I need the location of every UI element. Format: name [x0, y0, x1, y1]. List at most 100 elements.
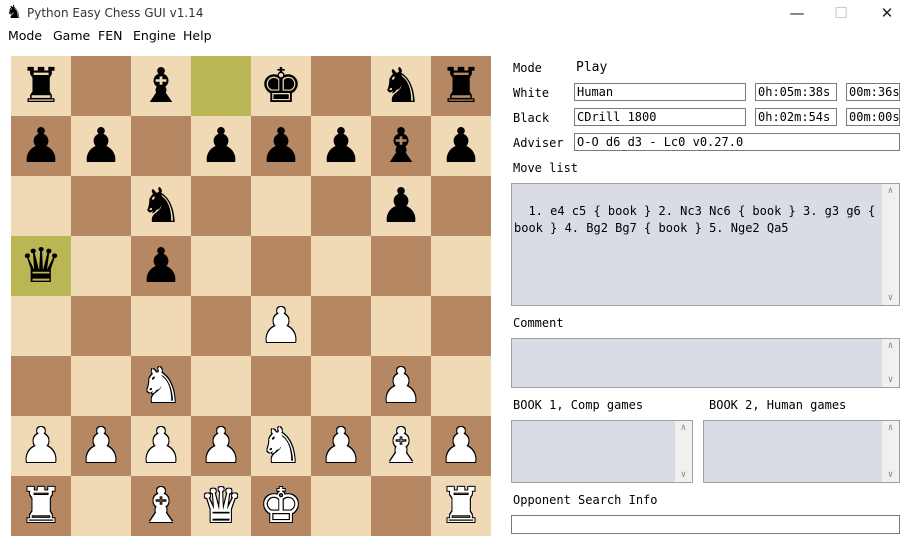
square-f6[interactable]: [311, 176, 371, 236]
white-pawn-icon[interactable]: ♟: [251, 296, 311, 356]
black-bishop-icon[interactable]: ♝: [131, 56, 191, 116]
book1-area[interactable]: ∧ ∨: [511, 420, 693, 483]
square-b8[interactable]: [71, 56, 131, 116]
scroll-up-icon[interactable]: ∧: [882, 339, 899, 353]
black-queen-icon[interactable]: ♛: [11, 236, 71, 296]
scroll-down-icon[interactable]: ∨: [882, 291, 899, 305]
square-h7[interactable]: ♟: [431, 116, 491, 176]
white-pawn-icon[interactable]: ♟: [11, 416, 71, 476]
black-pawn-icon[interactable]: ♟: [191, 116, 251, 176]
square-d5[interactable]: [191, 236, 251, 296]
black-pawn-icon[interactable]: ♟: [71, 116, 131, 176]
black-knight-icon[interactable]: ♞: [371, 56, 431, 116]
comment-area[interactable]: ∧ ∨: [511, 338, 900, 388]
black-pawn-icon[interactable]: ♟: [311, 116, 371, 176]
square-b1[interactable]: [71, 476, 131, 536]
white-bishop-icon[interactable]: ♝: [371, 416, 431, 476]
maximize-button[interactable]: ☐: [818, 0, 864, 27]
square-c8[interactable]: ♝: [131, 56, 191, 116]
square-e7[interactable]: ♟: [251, 116, 311, 176]
square-g4[interactable]: [371, 296, 431, 356]
comment-scrollbar[interactable]: ∧ ∨: [882, 339, 899, 387]
white-king-icon[interactable]: ♚: [251, 476, 311, 536]
square-g6[interactable]: ♟: [371, 176, 431, 236]
square-e8[interactable]: ♚: [251, 56, 311, 116]
square-b6[interactable]: [71, 176, 131, 236]
square-a3[interactable]: [11, 356, 71, 416]
square-d7[interactable]: ♟: [191, 116, 251, 176]
black-knight-icon[interactable]: ♞: [131, 176, 191, 236]
scroll-up-icon[interactable]: ∧: [882, 184, 899, 198]
square-a8[interactable]: ♜: [11, 56, 71, 116]
square-f3[interactable]: [311, 356, 371, 416]
menu-game[interactable]: Game: [53, 28, 90, 43]
square-h5[interactable]: [431, 236, 491, 296]
white-pawn-icon[interactable]: ♟: [131, 416, 191, 476]
square-c2[interactable]: ♟: [131, 416, 191, 476]
square-d1[interactable]: ♛: [191, 476, 251, 536]
square-e3[interactable]: [251, 356, 311, 416]
black-rook-icon[interactable]: ♜: [431, 56, 491, 116]
square-f7[interactable]: ♟: [311, 116, 371, 176]
white-bishop-icon[interactable]: ♝: [131, 476, 191, 536]
square-f1[interactable]: [311, 476, 371, 536]
scroll-up-icon[interactable]: ∧: [882, 421, 899, 435]
square-f8[interactable]: [311, 56, 371, 116]
close-button[interactable]: ✕: [864, 0, 910, 27]
square-g3[interactable]: ♟: [371, 356, 431, 416]
white-player-field[interactable]: Human: [574, 83, 746, 101]
square-a4[interactable]: [11, 296, 71, 356]
black-pawn-icon[interactable]: ♟: [431, 116, 491, 176]
white-pawn-icon[interactable]: ♟: [371, 356, 431, 416]
menu-engine[interactable]: Engine: [133, 28, 176, 43]
square-c1[interactable]: ♝: [131, 476, 191, 536]
square-d6[interactable]: [191, 176, 251, 236]
black-pawn-icon[interactable]: ♟: [251, 116, 311, 176]
scroll-down-icon[interactable]: ∨: [882, 468, 899, 482]
black-bishop-icon[interactable]: ♝: [371, 116, 431, 176]
black-rook-icon[interactable]: ♜: [11, 56, 71, 116]
square-h8[interactable]: ♜: [431, 56, 491, 116]
black-player-field[interactable]: CDrill 1800: [574, 108, 746, 126]
move-list-area[interactable]: 1. e4 c5 { book } 2. Nc3 Nc6 { book } 3.…: [511, 183, 900, 306]
square-h1[interactable]: ♜: [431, 476, 491, 536]
chess-board[interactable]: ♜ ♝ ♚ ♞ ♜ ♟ ♟ ♟ ♟ ♟ ♝ ♟ ♞ ♟ ♛ ♟ ♟ ♞ ♟ ♟ ♟ ♟ ♟ ♞ ♟ ♝ ♟ ♜ ♝ ♛ ♚ ♜: [11, 56, 491, 536]
square-f4[interactable]: [311, 296, 371, 356]
square-e2[interactable]: ♞: [251, 416, 311, 476]
square-e6[interactable]: [251, 176, 311, 236]
square-b2[interactable]: ♟: [71, 416, 131, 476]
scroll-down-icon[interactable]: ∨: [675, 468, 692, 482]
minimize-button[interactable]: —: [774, 0, 820, 27]
square-a7[interactable]: ♟: [11, 116, 71, 176]
book1-scrollbar[interactable]: ∧ ∨: [675, 421, 692, 482]
square-h3[interactable]: [431, 356, 491, 416]
white-rook-icon[interactable]: ♜: [431, 476, 491, 536]
black-king-icon[interactable]: ♚: [251, 56, 311, 116]
menu-fen[interactable]: FEN: [98, 28, 122, 43]
white-pawn-icon[interactable]: ♟: [191, 416, 251, 476]
square-e1[interactable]: ♚: [251, 476, 311, 536]
white-pawn-icon[interactable]: ♟: [71, 416, 131, 476]
square-c5[interactable]: ♟: [131, 236, 191, 296]
scroll-up-icon[interactable]: ∧: [675, 421, 692, 435]
square-g8[interactable]: ♞: [371, 56, 431, 116]
square-c7[interactable]: [131, 116, 191, 176]
move-list-scrollbar[interactable]: ∧ ∨: [882, 184, 899, 305]
white-pawn-icon[interactable]: ♟: [311, 416, 371, 476]
square-f2[interactable]: ♟: [311, 416, 371, 476]
square-g7[interactable]: ♝: [371, 116, 431, 176]
square-b7[interactable]: ♟: [71, 116, 131, 176]
menu-help[interactable]: Help: [183, 28, 212, 43]
square-c3[interactable]: ♞: [131, 356, 191, 416]
square-d8[interactable]: [191, 56, 251, 116]
book2-area[interactable]: ∧ ∨: [703, 420, 900, 483]
square-c6[interactable]: ♞: [131, 176, 191, 236]
white-knight-icon[interactable]: ♞: [131, 356, 191, 416]
square-a6[interactable]: [11, 176, 71, 236]
white-knight-icon[interactable]: ♞: [251, 416, 311, 476]
menu-mode[interactable]: Mode: [8, 28, 42, 43]
square-b3[interactable]: [71, 356, 131, 416]
square-e4[interactable]: ♟: [251, 296, 311, 356]
white-rook-icon[interactable]: ♜: [11, 476, 71, 536]
square-c4[interactable]: [131, 296, 191, 356]
